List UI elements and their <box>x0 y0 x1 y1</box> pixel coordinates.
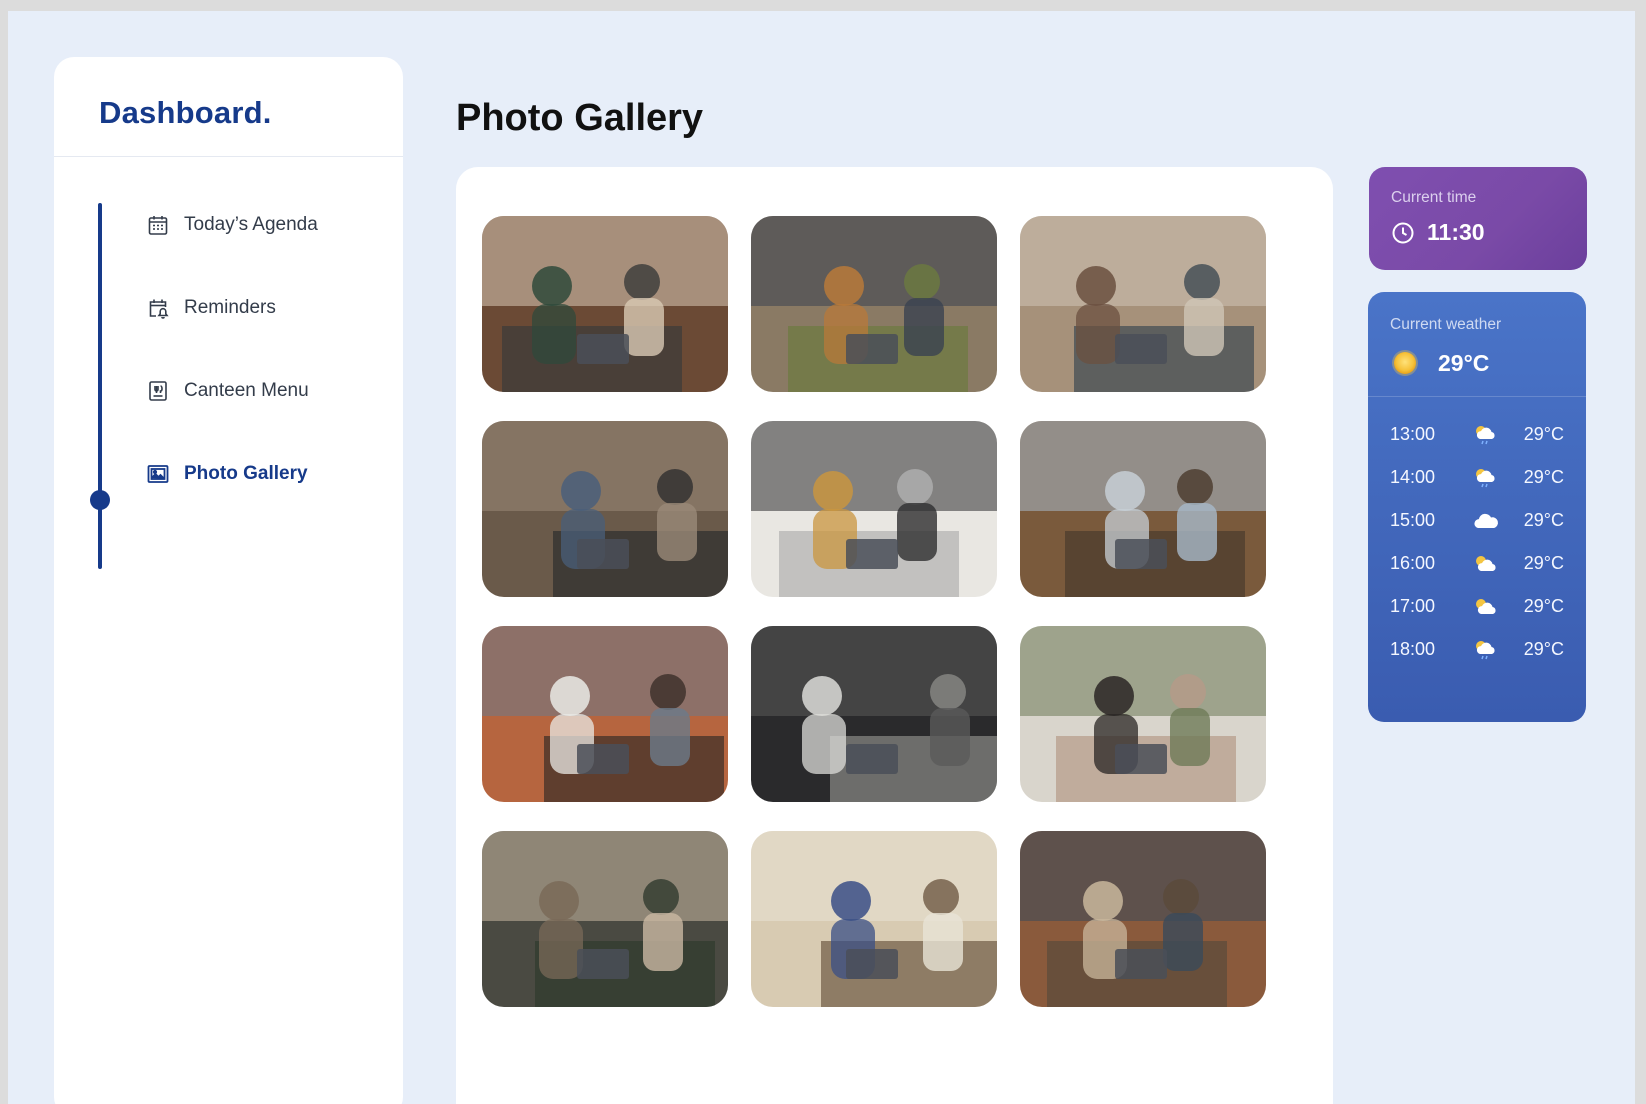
nav-timeline-marker <box>90 490 110 510</box>
brand-logo-text[interactable]: Dashboard. <box>99 95 272 130</box>
forecast-temp: 29°C <box>1523 553 1564 573</box>
current-weather-temp: 29°C <box>1438 349 1490 376</box>
reminder-icon <box>149 299 169 319</box>
photo-image <box>482 626 728 802</box>
sidebar-item-todays-agenda[interactable]: Today’s Agenda <box>146 213 318 237</box>
current-time-widget: Current time 11:30 <box>1369 167 1587 270</box>
forecast-temp: 29°C <box>1523 510 1564 530</box>
gallery-photo[interactable] <box>482 626 728 802</box>
current-weather-widget: Current weather 29°C 13:00 29°C 14:00 29… <box>1368 292 1586 722</box>
clock-icon <box>1392 222 1414 243</box>
forecast-temp: 29°C <box>1523 596 1564 616</box>
gallery-photo[interactable] <box>751 626 997 802</box>
photo-image <box>751 216 997 392</box>
forecast-row: 15:00 29°C <box>1390 499 1564 542</box>
forecast-time: 15:00 <box>1390 510 1436 530</box>
rain-cloud-icon <box>1466 638 1506 662</box>
forecast-time: 16:00 <box>1390 553 1436 573</box>
photo-image <box>482 216 728 392</box>
sidebar-item-label: Photo Gallery <box>184 463 308 484</box>
forecast-row: 16:00 29°C <box>1390 542 1564 585</box>
photo-image <box>751 626 997 802</box>
photo-image <box>751 421 997 597</box>
forecast-time: 13:00 <box>1390 424 1436 444</box>
gallery-photo[interactable] <box>482 831 728 1007</box>
nav-timeline <box>98 203 102 569</box>
gallery-photo[interactable] <box>1020 626 1266 802</box>
gallery-photo[interactable] <box>751 831 997 1007</box>
photo-image <box>751 831 997 1007</box>
gallery-photo[interactable] <box>482 216 728 392</box>
photo-image <box>1020 421 1266 597</box>
gallery-photo[interactable] <box>1020 831 1266 1007</box>
current-weather-label: Current weather <box>1390 316 1502 333</box>
sidebar-item-label: Today’s Agenda <box>184 214 318 235</box>
forecast-row: 13:00 29°C <box>1390 413 1564 456</box>
forecast-list: 13:00 29°C 14:00 29°C 15:00 29°C 16:00 29°C 17:0… <box>1368 397 1586 671</box>
app-window: Dashboard. Today’s Agenda Reminders Cant… <box>8 11 1635 1104</box>
sun-icon <box>1392 350 1418 376</box>
gallery-icon <box>147 465 169 483</box>
current-time-label: Current time <box>1391 189 1477 206</box>
gallery-photo[interactable] <box>482 421 728 597</box>
gallery-photo[interactable] <box>1020 421 1266 597</box>
forecast-row: 18:00 29°C <box>1390 628 1564 671</box>
sidebar-item-label: Canteen Menu <box>184 380 309 401</box>
sidebar: Dashboard. Today’s Agenda Reminders Cant… <box>54 57 403 1104</box>
partly-cloudy-icon <box>1466 595 1506 619</box>
calendar-icon <box>148 216 168 235</box>
forecast-temp: 29°C <box>1523 639 1564 659</box>
rain-cloud-icon <box>1466 466 1506 490</box>
sidebar-item-label: Reminders <box>184 297 276 318</box>
gallery-photo[interactable] <box>1020 216 1266 392</box>
menu-icon <box>149 381 167 401</box>
partly-cloudy-icon <box>1466 552 1506 576</box>
sidebar-item-canteen-menu[interactable]: Canteen Menu <box>146 379 309 403</box>
forecast-time: 17:00 <box>1390 596 1436 616</box>
photo-image <box>1020 626 1266 802</box>
brand: Dashboard. <box>54 57 403 157</box>
forecast-row: 14:00 29°C <box>1390 456 1564 499</box>
forecast-temp: 29°C <box>1523 467 1564 487</box>
cloud-icon <box>1466 509 1506 533</box>
rain-cloud-icon <box>1466 423 1506 447</box>
forecast-time: 14:00 <box>1390 467 1436 487</box>
photo-image <box>482 421 728 597</box>
photo-image <box>1020 216 1266 392</box>
forecast-temp: 29°C <box>1523 424 1564 444</box>
gallery-photo[interactable] <box>751 421 997 597</box>
sidebar-item-reminders[interactable]: Reminders <box>146 296 276 320</box>
photo-image <box>482 831 728 1007</box>
page-title: Photo Gallery <box>456 97 704 139</box>
sidebar-item-photo-gallery[interactable]: Photo Gallery <box>146 462 308 486</box>
forecast-row: 17:00 29°C <box>1390 585 1564 628</box>
gallery-panel <box>456 167 1333 1104</box>
forecast-time: 18:00 <box>1390 639 1436 659</box>
gallery-photo[interactable] <box>751 216 997 392</box>
current-time-value: 11:30 <box>1427 219 1485 245</box>
photo-image <box>1020 831 1266 1007</box>
